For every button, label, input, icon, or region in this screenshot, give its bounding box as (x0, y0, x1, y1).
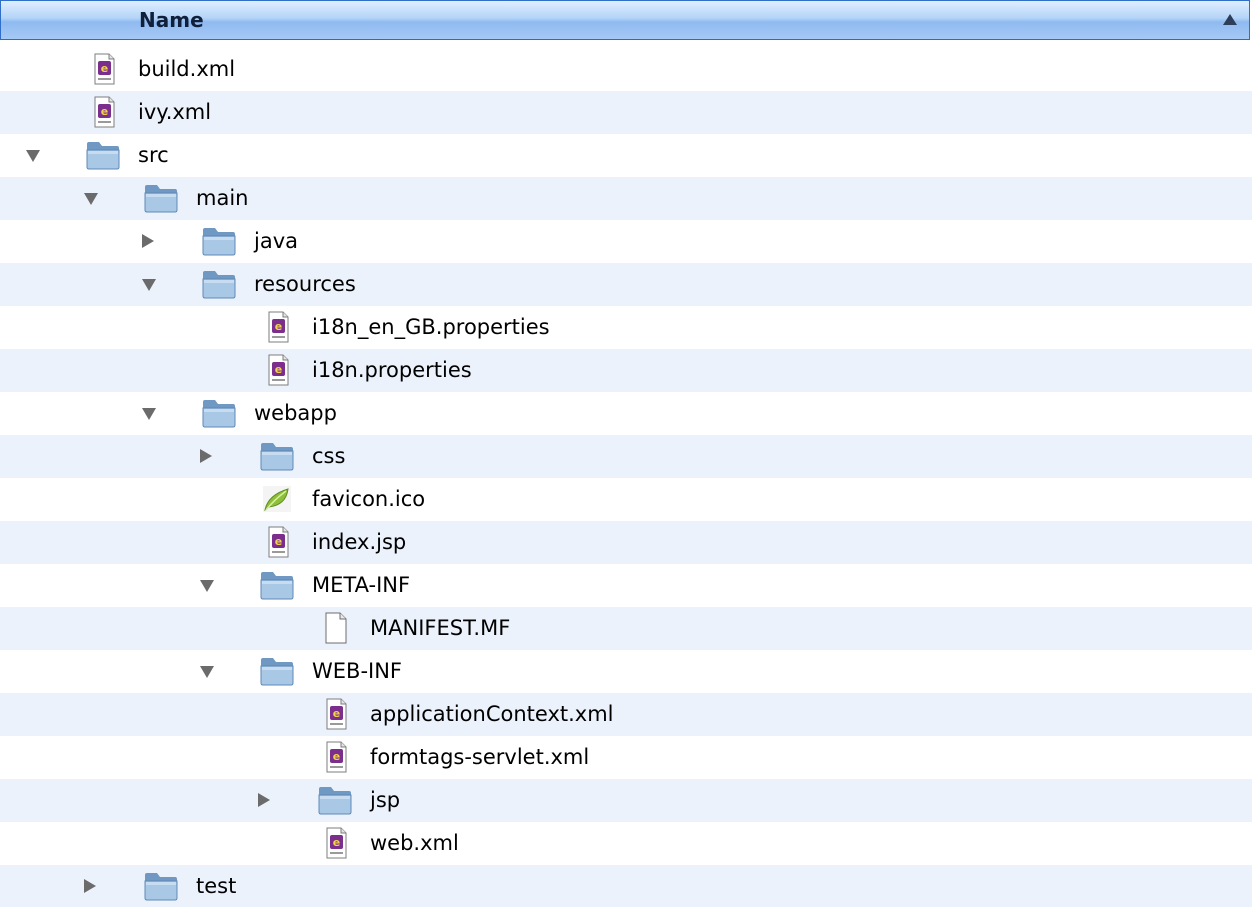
disclosure-triangle-expanded-icon[interactable] (200, 666, 214, 678)
item-label: META-INF (312, 573, 411, 597)
item-label: i18n_en_GB.properties (312, 315, 550, 339)
item-label: css (312, 444, 346, 468)
disclosure-triangle-collapsed-icon[interactable] (84, 879, 96, 893)
item-label: i18n.properties (312, 358, 472, 382)
jsp-file-icon: e (260, 526, 294, 558)
svg-text:e: e (275, 320, 282, 333)
svg-text:e: e (275, 363, 282, 376)
file-row[interactable]: e web.xml (0, 822, 1252, 865)
disclosure-triangle-collapsed-icon[interactable] (200, 449, 212, 463)
folder-row[interactable]: java (0, 220, 1252, 263)
svg-text:e: e (101, 62, 108, 75)
item-label: src (138, 143, 169, 167)
folder-icon (144, 182, 178, 214)
folder-row[interactable]: META-INF (0, 564, 1252, 607)
item-label: ivy.xml (138, 100, 212, 124)
item-label: resources (254, 272, 356, 296)
favicon-leaf-icon (260, 483, 294, 515)
folder-row[interactable]: main (0, 177, 1252, 220)
folder-row[interactable]: test (0, 865, 1252, 907)
item-label: main (196, 186, 249, 210)
file-row[interactable]: e index.jsp (0, 521, 1252, 564)
item-label: build.xml (138, 57, 236, 81)
folder-row[interactable]: jsp (0, 779, 1252, 822)
folder-icon (202, 397, 236, 429)
file-row[interactable]: e i18n_en_GB.properties (0, 306, 1252, 349)
file-tree: e build.xml e ivy.xml src main java resources e i… (0, 48, 1252, 907)
svg-text:e: e (333, 750, 340, 763)
xml-file-icon: e (86, 96, 120, 128)
sort-ascending-icon[interactable] (1223, 14, 1237, 25)
properties-file-icon: e (260, 354, 294, 386)
folder-icon (202, 225, 236, 257)
item-label: applicationContext.xml (370, 702, 614, 726)
disclosure-triangle-expanded-icon[interactable] (142, 279, 156, 291)
item-label: WEB-INF (312, 659, 402, 683)
item-label: java (254, 229, 298, 253)
file-row[interactable]: e applicationContext.xml (0, 693, 1252, 736)
xml-file-icon: e (318, 698, 352, 730)
item-label: formtags-servlet.xml (370, 745, 590, 769)
file-row[interactable]: e ivy.xml (0, 91, 1252, 134)
xml-file-icon: e (318, 741, 352, 773)
folder-row[interactable]: WEB-INF (0, 650, 1252, 693)
file-row[interactable]: e formtags-servlet.xml (0, 736, 1252, 779)
xml-file-icon: e (86, 53, 120, 85)
folder-icon (86, 139, 120, 171)
properties-file-icon: e (260, 311, 294, 343)
name-column-header[interactable]: Name (139, 8, 204, 32)
disclosure-triangle-collapsed-icon[interactable] (258, 793, 270, 807)
folder-icon (260, 440, 294, 472)
file-browser: Name e build.xml e ivy.xml src main java resour… (0, 0, 1252, 907)
folder-row[interactable]: webapp (0, 392, 1252, 435)
disclosure-triangle-expanded-icon[interactable] (84, 193, 98, 205)
column-header[interactable]: Name (0, 0, 1250, 40)
folder-icon (260, 655, 294, 687)
folder-row[interactable]: resources (0, 263, 1252, 306)
item-label: test (196, 874, 237, 898)
folder-row[interactable]: css (0, 435, 1252, 478)
disclosure-triangle-expanded-icon[interactable] (26, 150, 40, 162)
item-label: web.xml (370, 831, 459, 855)
disclosure-triangle-collapsed-icon[interactable] (142, 234, 154, 248)
disclosure-triangle-expanded-icon[interactable] (200, 580, 214, 592)
item-label: webapp (254, 401, 337, 425)
file-row[interactable]: favicon.ico (0, 478, 1252, 521)
file-row[interactable]: e i18n.properties (0, 349, 1252, 392)
file-row[interactable]: e build.xml (0, 48, 1252, 91)
svg-text:e: e (333, 707, 340, 720)
folder-icon (318, 784, 352, 816)
folder-icon (202, 268, 236, 300)
svg-text:e: e (275, 535, 282, 548)
folder-icon (260, 569, 294, 601)
item-label: MANIFEST.MF (370, 616, 511, 640)
svg-text:e: e (333, 836, 340, 849)
item-label: favicon.ico (312, 487, 426, 511)
folder-row[interactable]: src (0, 134, 1252, 177)
file-row[interactable]: MANIFEST.MF (0, 607, 1252, 650)
xml-file-icon: e (318, 827, 352, 859)
disclosure-triangle-expanded-icon[interactable] (142, 408, 156, 420)
svg-text:e: e (101, 105, 108, 118)
folder-icon (144, 870, 178, 902)
item-label: index.jsp (312, 530, 407, 554)
item-label: jsp (370, 788, 401, 812)
plain-document-icon (318, 612, 352, 644)
